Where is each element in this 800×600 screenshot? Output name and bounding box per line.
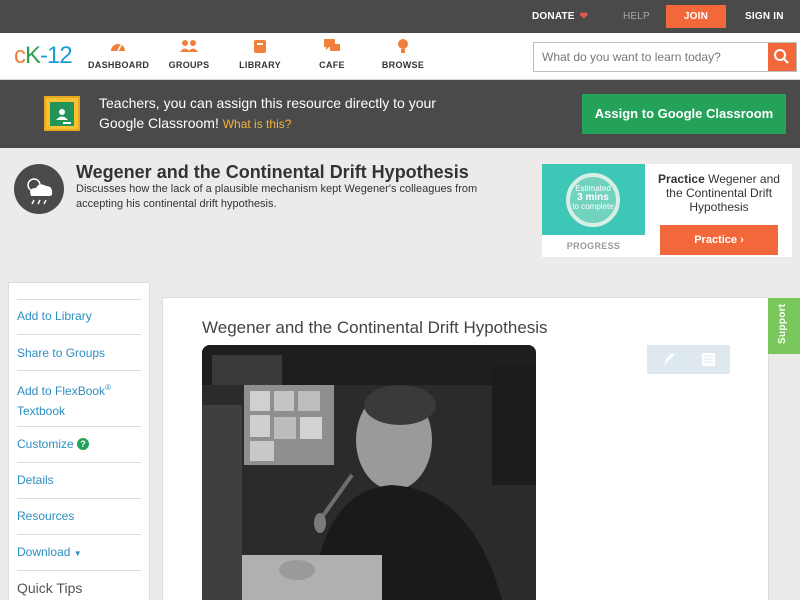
google-classroom-banner: Teachers, you can assign this resource d… [0, 80, 800, 148]
nav-library[interactable]: LIBRARY [238, 39, 282, 70]
nav-groups[interactable]: GROUPS [165, 39, 213, 70]
notes-icon[interactable] [702, 353, 715, 366]
help-link[interactable]: HELP [623, 0, 650, 33]
library-icon [238, 39, 282, 57]
page-description: Discusses how the lack of a plausible me… [76, 183, 478, 210]
pencil-icon[interactable] [664, 353, 674, 366]
nav-browse-label: BROWSE [381, 60, 425, 70]
estimated-time-text: Estimated 3 mins to complete [572, 184, 614, 211]
browse-icon [380, 39, 426, 57]
progress-label: PROGRESS [566, 241, 621, 251]
search-button[interactable] [768, 43, 796, 71]
dashboard-icon [88, 39, 148, 57]
support-tab[interactable]: Support [768, 298, 800, 354]
add-to-library-link[interactable]: Add to Library [17, 299, 141, 335]
heart-icon: ❤ [576, 11, 589, 22]
google-classroom-message: Teachers, you can assign this resource d… [99, 93, 459, 134]
nav-cafe[interactable]: CAFE [315, 39, 349, 70]
nav-groups-label: GROUPS [168, 60, 210, 70]
assign-to-google-classroom-button[interactable]: Assign to Google Classroom [582, 94, 786, 134]
resources-link[interactable]: Resources [17, 499, 141, 535]
ck12-logo[interactable]: cK-12 [14, 42, 73, 70]
content-title: Wegener and the Continental Drift Hypoth… [202, 318, 548, 337]
nav-dashboard-label: DASHBOARD [88, 60, 150, 70]
add-to-flexbook-link[interactable]: Add to FlexBook® Textbook [17, 371, 141, 427]
content-tools [647, 345, 730, 374]
search-icon [774, 49, 789, 64]
practice-button[interactable]: Practice › [660, 225, 778, 255]
join-button[interactable]: JOIN [666, 5, 726, 28]
nav-cafe-label: CAFE [319, 60, 345, 70]
nav-dashboard[interactable]: DASHBOARD [88, 39, 150, 70]
nav-library-label: LIBRARY [239, 60, 281, 70]
groups-icon [165, 39, 213, 57]
page-title: Wegener and the Continental Drift Hypoth… [76, 162, 469, 182]
resource-sidebar: Add to Library Share to Groups Add to Fl… [8, 282, 150, 600]
nav-browse[interactable]: BROWSE [380, 39, 426, 70]
details-link[interactable]: Details [17, 463, 141, 499]
customize-link[interactable]: Customize ? [17, 427, 141, 463]
chevron-right-icon: › [740, 234, 744, 246]
top-utility-bar: DONATE ❤ HELP JOIN SIGN IN [0, 0, 800, 33]
search-input[interactable] [534, 43, 770, 71]
help-circle-icon[interactable]: ? [77, 438, 90, 450]
search-box [533, 42, 797, 72]
quick-tips-heading: Quick Tips [17, 580, 83, 596]
share-to-groups-link[interactable]: Share to Groups [17, 335, 141, 371]
donate-link[interactable]: DONATE ❤ [532, 0, 588, 33]
wegener-photo [202, 345, 536, 600]
chevron-down-icon: ▼ [73, 549, 82, 558]
cafe-icon [315, 39, 349, 57]
what-is-this-link[interactable]: What is this? [223, 117, 292, 131]
practice-card: Estimated 3 mins to complete PROGRESS Prac… [542, 164, 792, 257]
weather-cloud-icon [14, 164, 64, 214]
download-link[interactable]: Download ▼ [17, 535, 141, 571]
practice-thumbnail[interactable]: Estimated 3 mins to complete [542, 164, 645, 235]
sign-in-link[interactable]: SIGN IN [745, 0, 784, 33]
google-classroom-icon [44, 96, 80, 131]
main-header: cK-12 DASHBOARD GROUPS LIBRARY CAFE BROW… [0, 33, 800, 80]
practice-title: Practice Wegener and the Continental Dri… [658, 172, 780, 214]
